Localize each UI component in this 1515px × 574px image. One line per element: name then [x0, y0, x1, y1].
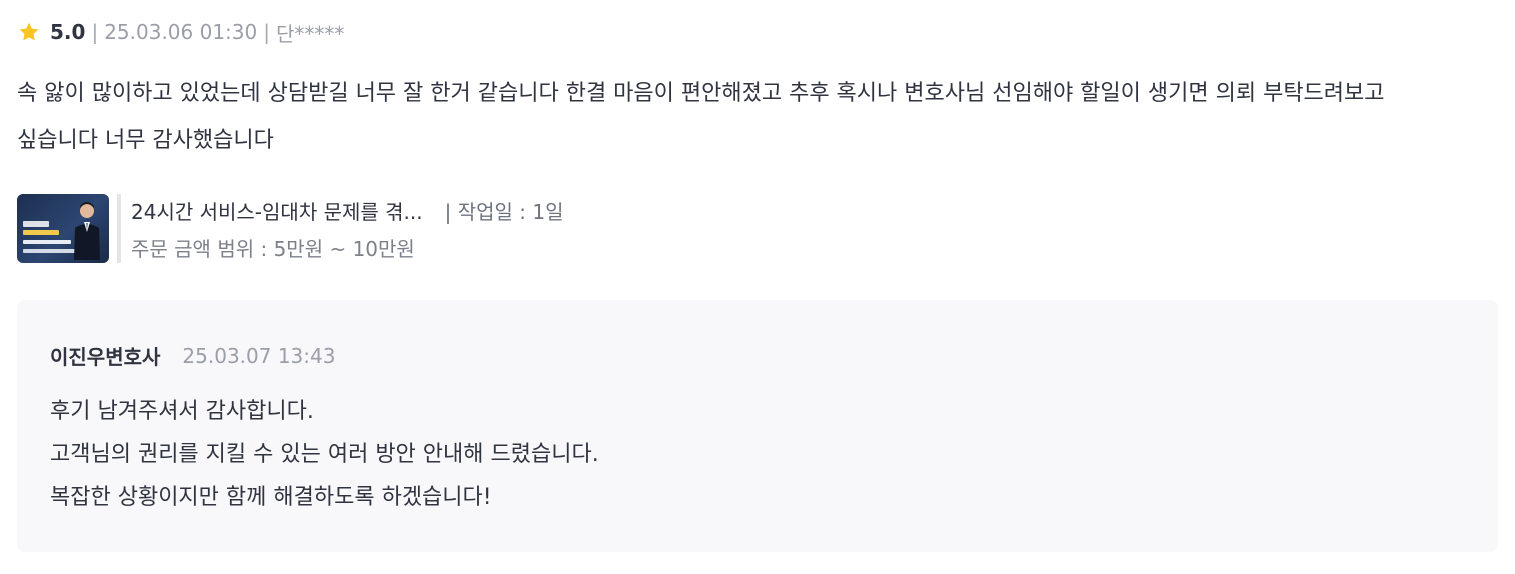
thumbnail-tag: [23, 221, 49, 227]
reply-header: 이진우변호사 25.03.07 13:43: [50, 341, 335, 370]
reply-line: 후기 남겨주셔서 감사합니다.: [50, 399, 314, 424]
meta-separator: |: [91, 20, 99, 44]
star-icon: [17, 20, 41, 44]
review-rating: 5.0: [50, 20, 86, 44]
service-work-days: | 작업일 : 1일: [444, 199, 564, 224]
review-author: 단*****: [276, 21, 345, 46]
review-card: 5.0 | 25.03.06 01:30 | 단***** 속 앓이 많이하고 …: [17, 14, 1498, 266]
service-divider: [117, 194, 121, 263]
reply-line: 고객님의 권리를 지킬 수 있는 여러 방안 안내해 드렸습니다.: [50, 442, 599, 467]
review-text: 속 앓이 많이하고 있었는데 상담받길 너무 잘 한거 같습니다 한결 마음이 …: [17, 81, 1385, 153]
service-title[interactable]: 24시간 서비스-임대차 문제를 겪...: [131, 196, 423, 225]
thumbnail-highlight: [23, 230, 59, 235]
thumbnail-line: [23, 240, 71, 244]
reply-date: 25.03.07 13:43: [182, 343, 336, 368]
review-meta: 5.0 | 25.03.06 01:30 | 단*****: [17, 14, 1498, 50]
reply-text: 후기 남겨주셔서 감사합니다. 고객님의 권리를 지킬 수 있는 여러 방안 안…: [50, 390, 599, 519]
meta-separator: |: [263, 20, 270, 44]
seller-reply: 이진우변호사 25.03.07 13:43 후기 남겨주셔서 감사합니다. 고객…: [17, 300, 1498, 552]
reply-line: 복잡한 상황이지만 함께 해결하도록 하겠습니다!: [50, 485, 492, 510]
service-details: 24시간 서비스-임대차 문제를 겪... | 작업일 : 1일 주문 금액 범…: [131, 194, 564, 265]
service-info[interactable]: 24시간 서비스-임대차 문제를 겪... | 작업일 : 1일 주문 금액 범…: [17, 194, 1498, 266]
service-thumbnail[interactable]: [17, 194, 109, 263]
reply-author: 이진우변호사: [50, 345, 161, 369]
review-date: 25.03.06 01:30: [104, 20, 258, 44]
service-price-range: 주문 금액 범위 : 5만원 ~ 10만원: [131, 236, 415, 261]
lawyer-portrait-icon: [74, 202, 100, 260]
